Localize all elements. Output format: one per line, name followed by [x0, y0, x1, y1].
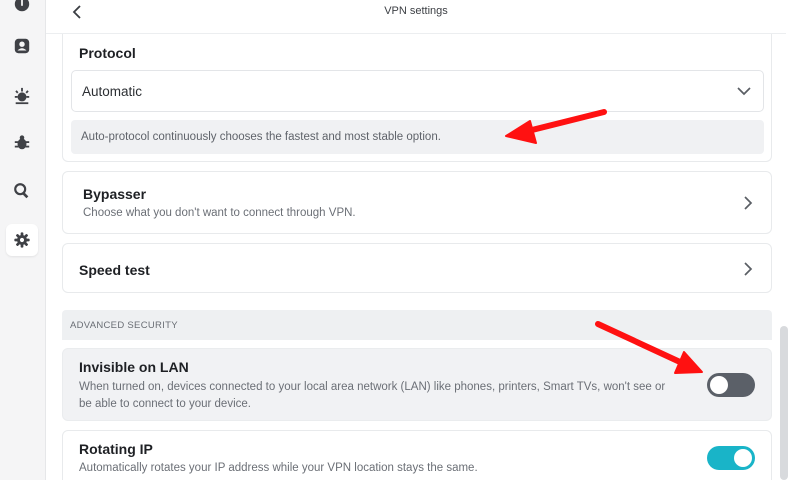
bypasser-title: Bypasser: [83, 186, 147, 202]
protocol-card: Protocol Automatic Auto-protocol continu…: [62, 34, 772, 162]
advanced-security-label: ADVANCED SECURITY: [70, 320, 178, 331]
account-icon: [14, 38, 30, 54]
toggle-knob: [710, 376, 728, 394]
protocol-dropdown[interactable]: Automatic: [71, 70, 764, 112]
sidebar-item-vpn[interactable]: [6, 0, 38, 20]
page-title: VPN settings: [384, 5, 448, 17]
advanced-security-header: ADVANCED SECURITY: [62, 310, 772, 340]
search-icon: [14, 183, 29, 199]
protocol-note-text: Auto-protocol continuously chooses the f…: [81, 131, 441, 143]
scrollbar-thumb[interactable]: [780, 326, 788, 480]
settings-content: VPN settings Protocol Automatic Auto-pro…: [46, 0, 800, 480]
rotating-ip-toggle[interactable]: [707, 446, 755, 470]
protocol-note: Auto-protocol continuously chooses the f…: [71, 120, 764, 154]
sidebar-item-search[interactable]: [6, 175, 38, 207]
invisible-on-lan-title: Invisible on LAN: [79, 359, 189, 375]
invisible-on-lan-description: When turned on, devices connected to you…: [79, 381, 666, 410]
threat-protection-icon: [14, 87, 30, 105]
chevron-right-icon: [744, 196, 753, 210]
invisible-on-lan-toggle[interactable]: [707, 373, 755, 397]
chevron-right-icon: [744, 262, 753, 276]
protocol-title: Protocol: [79, 45, 136, 61]
sidebar-item-account[interactable]: [6, 30, 38, 62]
bug-icon: [14, 135, 30, 150]
bypasser-row[interactable]: Bypasser Choose what you don't want to c…: [62, 171, 772, 234]
top-bar: VPN settings: [46, 0, 786, 34]
gear-icon: [14, 232, 30, 248]
sidebar-item-bug[interactable]: [6, 127, 38, 159]
sidebar-item-threat-protection[interactable]: [6, 80, 38, 112]
sidebar: [0, 0, 46, 480]
protocol-selected-value: Automatic: [82, 84, 143, 99]
invisible-on-lan-row: Invisible on LAN When turned on, devices…: [62, 348, 772, 421]
chevron-down-icon: [737, 87, 751, 96]
shield-icon: [14, 0, 30, 12]
bypasser-description: Choose what you don't want to connect th…: [83, 207, 356, 219]
toggle-knob: [734, 449, 752, 467]
speed-test-title: Speed test: [79, 262, 150, 278]
sidebar-item-settings[interactable]: [6, 224, 38, 256]
rotating-ip-title: Rotating IP: [79, 441, 153, 457]
speed-test-row[interactable]: Speed test: [62, 243, 772, 293]
rotating-ip-description: Automatically rotates your IP address wh…: [79, 462, 478, 474]
rotating-ip-row: Rotating IP Automatically rotates your I…: [62, 430, 772, 480]
